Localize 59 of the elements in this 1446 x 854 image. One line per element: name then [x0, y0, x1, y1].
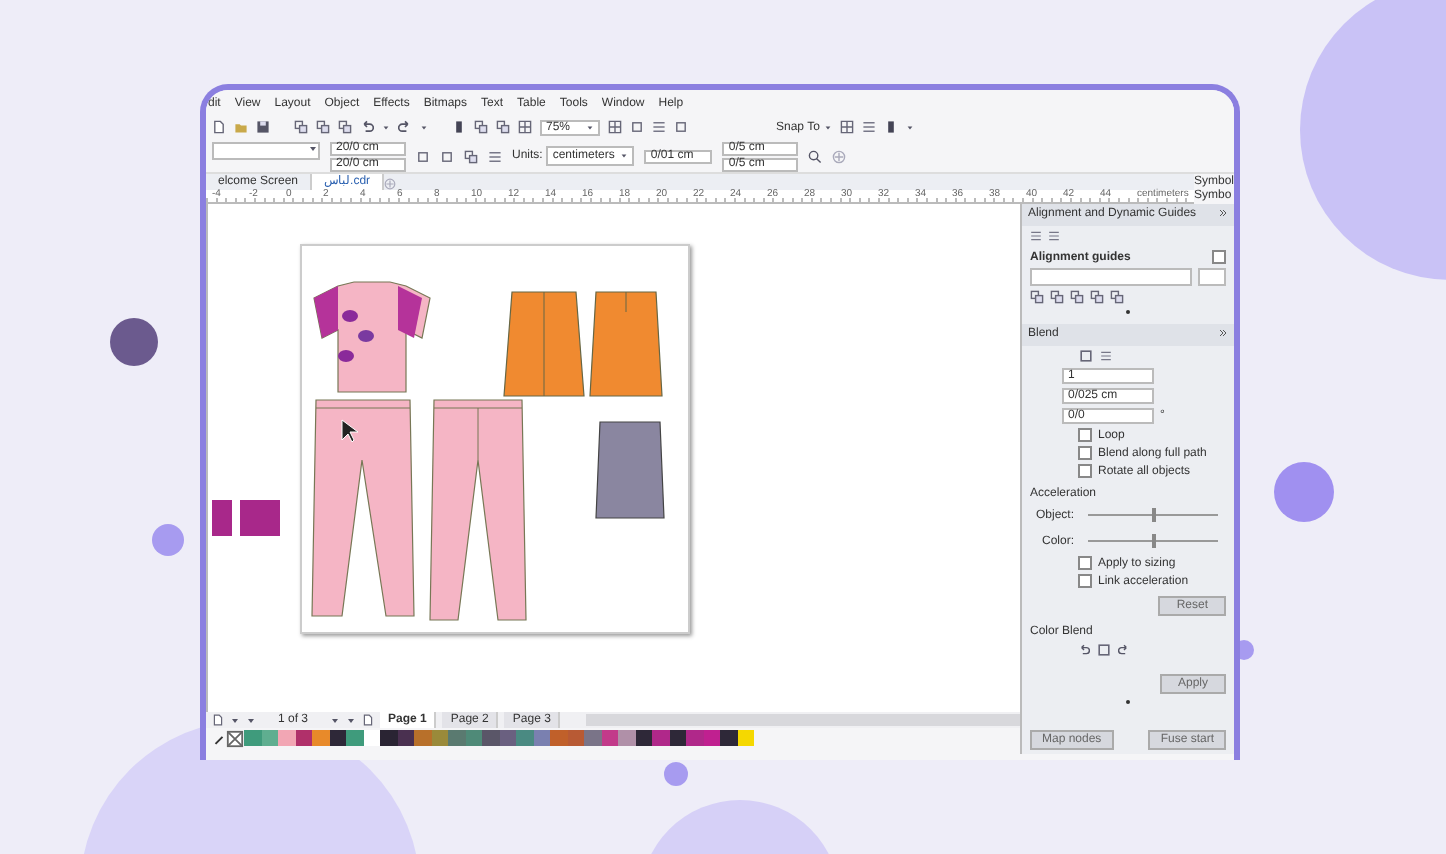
separator-dot [1126, 700, 1130, 704]
color-swatch[interactable] [312, 730, 329, 746]
grid-icon[interactable] [839, 120, 854, 134]
search-icon[interactable] [808, 149, 823, 163]
color-swatch[interactable] [652, 730, 669, 746]
undo-icon[interactable] [360, 120, 374, 134]
square-icon[interactable] [674, 120, 688, 134]
checkbox[interactable] [1078, 428, 1092, 442]
separator-dot [1126, 310, 1130, 314]
lines-icon[interactable] [652, 120, 666, 134]
shirt-drawing [313, 281, 431, 393]
background-circle [1274, 462, 1334, 522]
background-circle [664, 762, 688, 786]
caret-icon[interactable] [586, 123, 594, 131]
color-swatch[interactable] [618, 730, 635, 746]
background-circle [110, 318, 158, 366]
color-swatch[interactable] [686, 730, 703, 746]
skirt-drawing [595, 421, 665, 519]
no-color-icon[interactable] [226, 729, 244, 747]
copy-icon[interactable] [464, 149, 478, 163]
color-swatch[interactable] [516, 730, 533, 746]
color-swatch[interactable] [448, 730, 465, 746]
expand-icon[interactable] [1218, 208, 1228, 218]
color-swatch[interactable] [244, 730, 261, 746]
add-icon[interactable] [832, 149, 847, 163]
color-swatch[interactable] [346, 730, 363, 746]
save-icon[interactable] [256, 120, 270, 134]
grid-icon[interactable] [608, 120, 622, 134]
color-swatch[interactable] [584, 730, 601, 746]
color-swatch[interactable] [414, 730, 431, 746]
skirt-drawing [589, 291, 663, 397]
caret-icon[interactable] [420, 123, 428, 131]
guides-field[interactable] [1030, 268, 1192, 286]
lines-icon[interactable] [488, 149, 502, 163]
square-icon[interactable] [630, 120, 644, 134]
color-swatch[interactable] [380, 730, 397, 746]
color-swatch[interactable] [720, 730, 737, 746]
guides-checkbox[interactable] [1212, 250, 1226, 264]
folder-icon[interactable] [234, 120, 248, 134]
expand-icon[interactable] [1218, 328, 1228, 338]
redo-icon[interactable] [398, 120, 412, 134]
caret-icon [308, 144, 318, 154]
grid-icon[interactable] [518, 120, 532, 134]
background-circle [152, 524, 184, 556]
bar-icon[interactable] [883, 120, 898, 134]
cursor-icon [341, 419, 359, 443]
checkbox[interactable] [1078, 446, 1092, 460]
caret-icon[interactable] [382, 123, 390, 131]
skirt-drawing [503, 291, 585, 397]
checkbox[interactable] [1078, 556, 1092, 570]
color-swatch[interactable] [278, 730, 295, 746]
new-document-icon[interactable] [212, 120, 226, 134]
rectangles-drawing [212, 500, 284, 540]
checkbox[interactable] [1078, 464, 1092, 478]
lines-icon[interactable] [861, 120, 876, 134]
color-swatch[interactable] [550, 730, 567, 746]
checkbox[interactable] [1078, 574, 1092, 588]
color-swatch[interactable] [482, 730, 499, 746]
color-field[interactable] [1198, 268, 1226, 286]
